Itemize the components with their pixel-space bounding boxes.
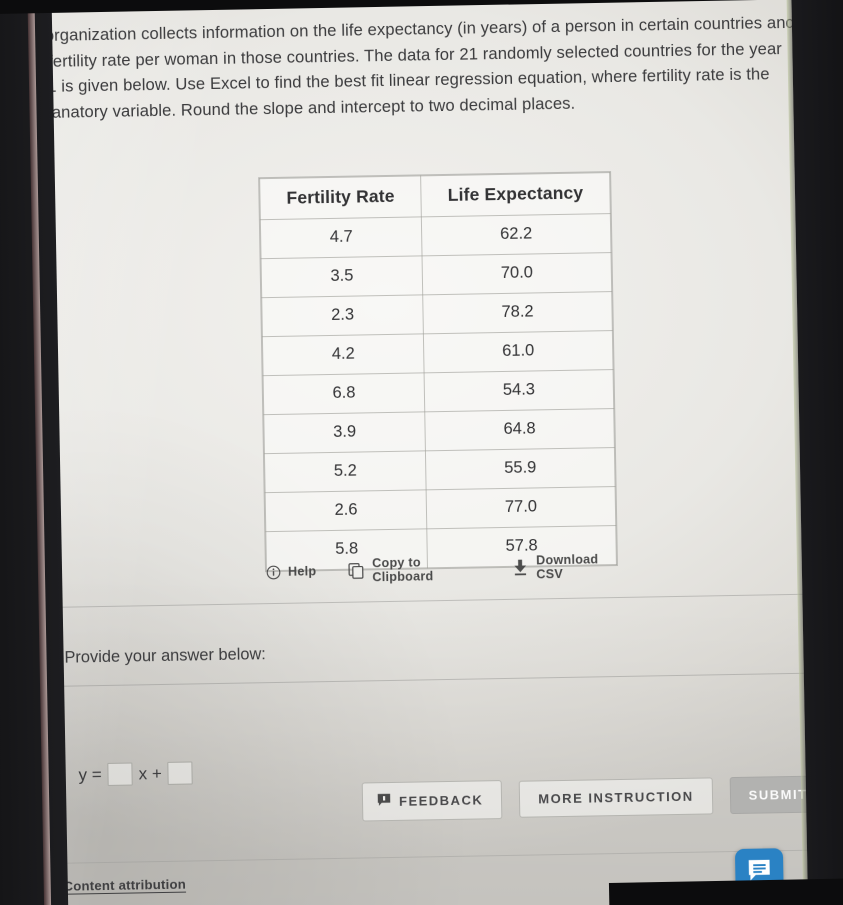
cell-fertility-rate: 4.2 bbox=[262, 333, 425, 376]
more-instruction-label: MORE INSTRUCTION bbox=[538, 788, 694, 807]
cell-life-expectancy: 70.0 bbox=[422, 252, 612, 295]
download-csv-button[interactable]: Download CSV bbox=[512, 552, 626, 582]
answer-equation: y = x + bbox=[78, 761, 194, 786]
help-button[interactable]: Help bbox=[266, 564, 317, 580]
table-row: 6.8 54.3 bbox=[263, 369, 614, 415]
section-divider-bottom bbox=[51, 672, 840, 687]
cell-fertility-rate: 2.6 bbox=[265, 489, 427, 532]
section-divider-top bbox=[49, 593, 840, 608]
cell-life-expectancy: 62.2 bbox=[421, 213, 611, 256]
cell-life-expectancy: 54.3 bbox=[424, 369, 614, 412]
provide-answer-label: Provide your answer below: bbox=[64, 645, 266, 667]
cell-fertility-rate: 4.7 bbox=[260, 216, 423, 259]
page-content: An organization collects information on … bbox=[0, 0, 843, 905]
action-button-row: FEEDBACK MORE INSTRUCTION SUBMIT bbox=[361, 774, 827, 822]
problem-statement: An organization collects information on … bbox=[19, 12, 796, 122]
dataset-table: Fertility Rate Life Expectancy 4.7 62.2 … bbox=[259, 172, 617, 572]
table-row: 2.3 78.2 bbox=[261, 291, 613, 337]
cell-life-expectancy: 78.2 bbox=[422, 291, 613, 334]
feedback-label: FEEDBACK bbox=[398, 792, 484, 809]
table-row: 3.9 64.8 bbox=[263, 408, 615, 454]
table-row: 4.7 62.2 bbox=[260, 213, 611, 259]
more-instruction-button[interactable]: MORE INSTRUCTION bbox=[518, 777, 714, 818]
cell-fertility-rate: 6.8 bbox=[263, 372, 425, 415]
table-header-row: Fertility Rate Life Expectancy bbox=[259, 172, 611, 220]
footer-divider bbox=[48, 849, 843, 864]
equation-middle: x + bbox=[138, 764, 162, 784]
cell-fertility-rate: 3.5 bbox=[261, 255, 423, 298]
download-icon bbox=[512, 559, 529, 577]
equation-lhs: y = bbox=[78, 765, 102, 785]
download-label: Download CSV bbox=[536, 552, 599, 582]
cell-life-expectancy: 61.0 bbox=[423, 330, 614, 373]
cell-fertility-rate: 3.9 bbox=[263, 411, 426, 454]
column-header-fertility-rate: Fertility Rate bbox=[259, 175, 422, 220]
copy-icon bbox=[348, 562, 365, 579]
info-circle-icon bbox=[266, 564, 281, 579]
help-label: Help bbox=[287, 564, 317, 579]
cell-fertility-rate: 5.2 bbox=[264, 450, 427, 493]
table-row: 3.5 70.0 bbox=[261, 252, 612, 298]
chat-bubble-icon bbox=[745, 856, 774, 889]
table-toolbar: Help Copy to Clipboard Download CSV bbox=[266, 552, 626, 586]
table-row: 2.6 77.0 bbox=[265, 486, 616, 532]
table-row: 5.2 55.9 bbox=[264, 447, 616, 493]
slope-input[interactable] bbox=[107, 762, 133, 786]
submit-label: SUBMIT bbox=[748, 786, 808, 803]
cell-life-expectancy: 55.9 bbox=[425, 447, 616, 490]
chat-button[interactable] bbox=[734, 848, 784, 898]
cell-life-expectancy: 77.0 bbox=[426, 486, 616, 529]
content-attribution-link[interactable]: Content attribution bbox=[63, 877, 186, 894]
feedback-bubble-icon bbox=[377, 793, 391, 810]
column-header-life-expectancy: Life Expectancy bbox=[420, 172, 611, 217]
intercept-input[interactable] bbox=[167, 761, 194, 785]
cell-life-expectancy: 64.8 bbox=[424, 408, 615, 451]
copy-label: Copy to Clipboard bbox=[372, 555, 434, 585]
table-row: 4.2 61.0 bbox=[262, 330, 614, 376]
photo-of-screen: An organization collects information on … bbox=[0, 0, 843, 905]
cell-fertility-rate: 2.3 bbox=[261, 294, 424, 337]
submit-button[interactable]: SUBMIT bbox=[729, 775, 827, 815]
dataset-table-container: Fertility Rate Life Expectancy 4.7 62.2 … bbox=[259, 172, 617, 572]
feedback-button[interactable]: FEEDBACK bbox=[361, 780, 503, 822]
copy-to-clipboard-button[interactable]: Copy to Clipboard bbox=[348, 554, 482, 584]
